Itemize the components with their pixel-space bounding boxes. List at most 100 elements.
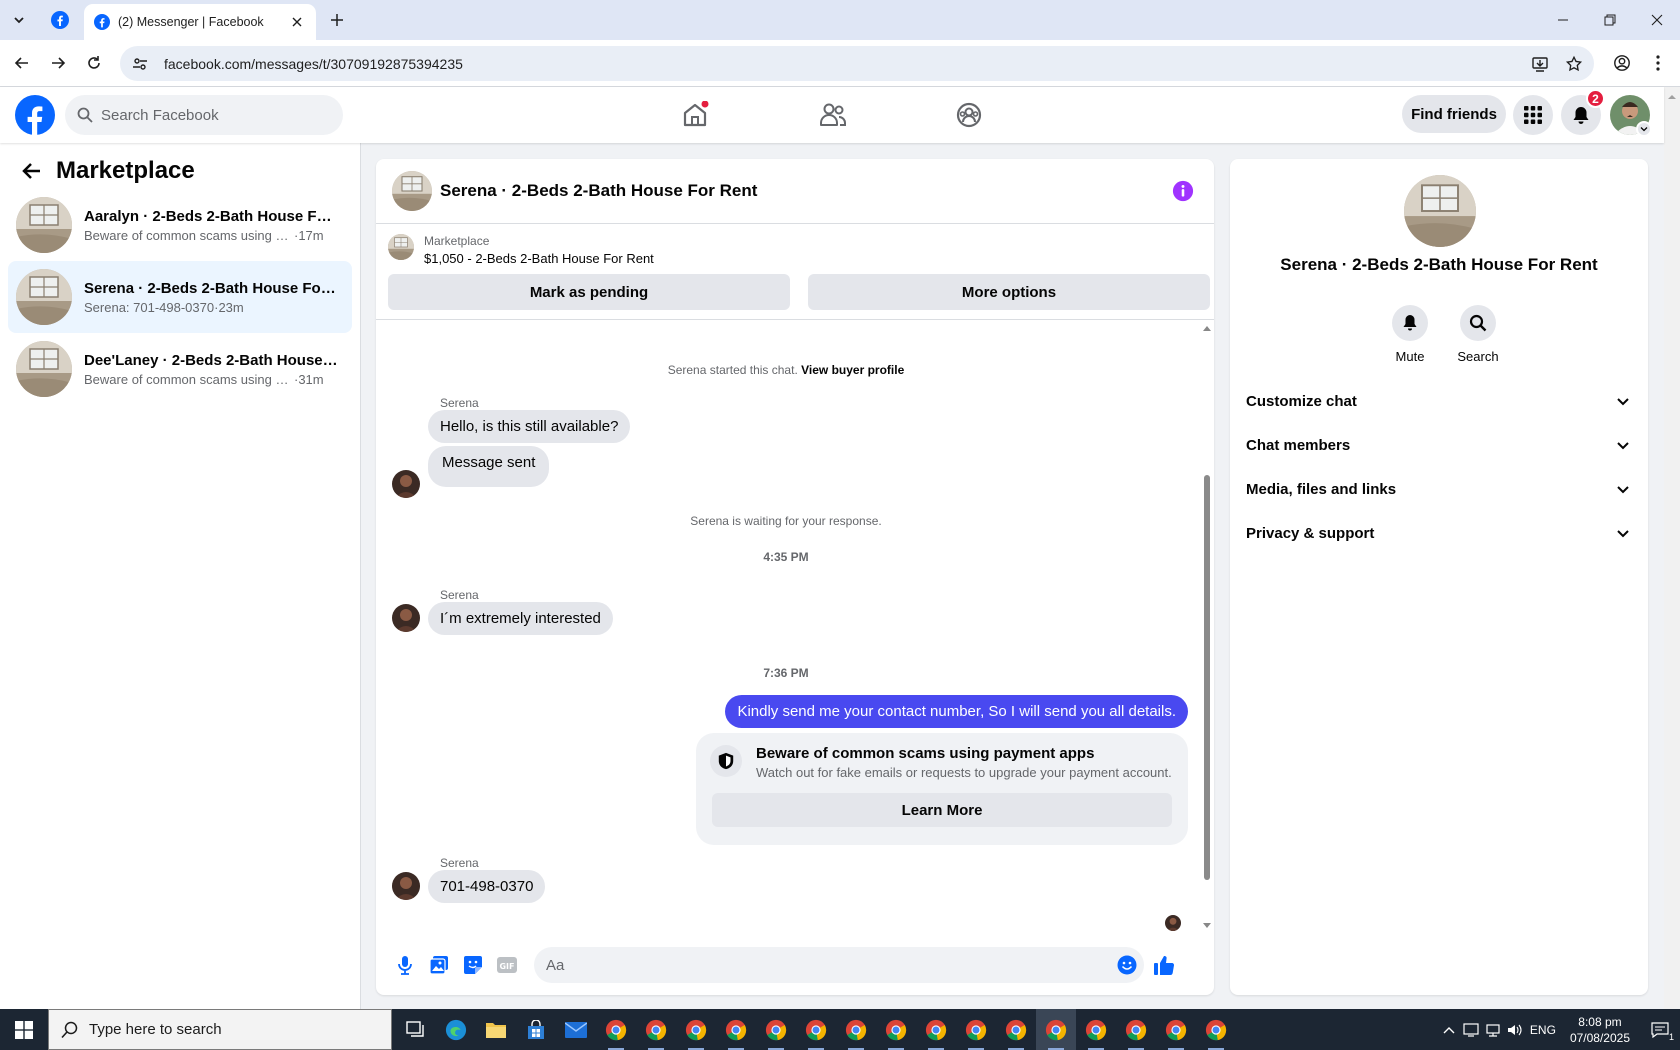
emoji-button[interactable] — [1115, 953, 1139, 977]
task-view-button[interactable] — [396, 1009, 436, 1050]
language-indicator[interactable]: ENG — [1526, 1009, 1560, 1050]
taskbar-file-explorer[interactable] — [476, 1009, 516, 1050]
listing-thumbnail[interactable] — [388, 234, 414, 260]
incoming-message[interactable]: Hello, is this still available? — [428, 410, 631, 443]
chevron-down-icon — [1617, 486, 1629, 494]
taskbar-chrome[interactable] — [1076, 1009, 1116, 1050]
close-tab-icon[interactable] — [288, 13, 306, 31]
restore-button[interactable] — [1587, 0, 1633, 40]
conversation-item-selected[interactable]: Serena · 2-Beds 2-Bath House For ... Ser… — [8, 261, 352, 333]
chrome-icon — [1165, 1019, 1187, 1040]
like-button[interactable] — [1152, 953, 1176, 977]
taskbar-chrome-active[interactable] — [1036, 1009, 1076, 1050]
profile-photo[interactable] — [1404, 175, 1476, 247]
taskbar-chrome[interactable] — [596, 1009, 636, 1050]
conversation-item[interactable]: Aaralyn · 2-Beds 2-Bath House For... Bew… — [8, 189, 352, 261]
sender-avatar[interactable] — [392, 604, 420, 632]
back-arrow-icon[interactable] — [20, 159, 44, 183]
nav-friends[interactable] — [778, 91, 888, 139]
section-privacy-support[interactable]: Privacy & support — [1238, 511, 1640, 555]
incoming-message[interactable]: 701-498-0370 — [428, 870, 546, 903]
tab-messenger[interactable]: (2) Messenger | Facebook — [84, 4, 316, 40]
reload-button[interactable] — [80, 49, 108, 77]
taskbar-chrome[interactable] — [836, 1009, 876, 1050]
nav-home[interactable] — [640, 91, 750, 139]
section-customize-chat[interactable]: Customize chat — [1238, 379, 1640, 423]
section-chat-members[interactable]: Chat members — [1238, 423, 1640, 467]
shield-icon — [710, 745, 742, 777]
volume-icon[interactable] — [1504, 1009, 1526, 1050]
account-menu-icon[interactable] — [1636, 121, 1652, 137]
chat-avatar[interactable] — [392, 171, 432, 211]
tray-overflow-icon[interactable] — [1438, 1009, 1460, 1050]
address-bar[interactable]: facebook.com/messages/t/3070919287539423… — [120, 46, 1594, 81]
bookmark-star-icon[interactable] — [1560, 50, 1588, 78]
tab-search-button[interactable] — [6, 7, 32, 33]
tray-app-icon[interactable] — [1460, 1009, 1482, 1050]
install-app-icon[interactable] — [1526, 50, 1554, 78]
gif-button[interactable]: GIF — [495, 953, 519, 977]
outgoing-message[interactable]: Kindly send me your contact number, So I… — [725, 695, 1188, 728]
page-scrollbar[interactable] — [1664, 87, 1680, 1009]
listing-price[interactable]: $1,050 - 2-Beds 2-Bath House For Rent — [424, 251, 654, 266]
taskbar-chrome[interactable] — [716, 1009, 756, 1050]
find-friends-button[interactable]: Find friends — [1402, 95, 1506, 133]
chat-scrollbar[interactable] — [1200, 320, 1214, 935]
new-tab-button[interactable] — [324, 7, 350, 33]
taskbar-store[interactable] — [516, 1009, 556, 1050]
message-input-box[interactable] — [534, 947, 1144, 983]
taskbar-search-input[interactable] — [89, 1021, 379, 1038]
facebook-search-input[interactable] — [101, 106, 321, 124]
taskbar-chrome[interactable] — [1116, 1009, 1156, 1050]
facebook-logo-icon[interactable] — [15, 95, 55, 135]
taskbar-chrome[interactable] — [756, 1009, 796, 1050]
learn-more-button[interactable]: Learn More — [712, 793, 1172, 827]
incoming-message[interactable]: I´m extremely interested — [428, 602, 613, 635]
search-in-chat-button[interactable]: Search — [1446, 305, 1510, 364]
mute-button[interactable]: Mute — [1378, 305, 1442, 364]
taskbar-chrome[interactable] — [676, 1009, 716, 1050]
menu-button[interactable] — [1513, 95, 1553, 135]
network-icon[interactable] — [1482, 1009, 1504, 1050]
pinned-tab-facebook[interactable] — [46, 6, 74, 34]
info-icon[interactable] — [1172, 180, 1194, 202]
chat-title[interactable]: Serena · 2-Beds 2-Bath House For Rent — [440, 181, 1172, 201]
taskbar-chrome[interactable] — [916, 1009, 956, 1050]
conversation-item[interactable]: Dee'Laney · 2-Beds 2-Bath House ... Bewa… — [8, 333, 352, 405]
sticker-button[interactable] — [461, 953, 485, 977]
sender-avatar[interactable] — [392, 872, 420, 900]
taskbar-chrome[interactable] — [796, 1009, 836, 1050]
message-input[interactable] — [546, 956, 1110, 974]
start-button[interactable] — [0, 1009, 48, 1050]
taskbar-edge[interactable] — [436, 1009, 476, 1050]
minimize-button[interactable] — [1540, 0, 1586, 40]
close-icon — [1651, 14, 1663, 26]
incoming-message[interactable]: Message sent — [428, 446, 550, 487]
more-options-button[interactable]: More options — [808, 274, 1210, 310]
sender-avatar[interactable] — [392, 470, 420, 498]
forward-button[interactable] — [44, 49, 72, 77]
taskbar-search[interactable] — [48, 1009, 392, 1050]
back-button[interactable] — [8, 49, 36, 77]
browser-menu-button[interactable] — [1644, 49, 1672, 77]
taskbar-chrome[interactable] — [1156, 1009, 1196, 1050]
nav-groups[interactable] — [914, 91, 1024, 139]
taskbar-chrome[interactable] — [1196, 1009, 1236, 1050]
section-media-files-links[interactable]: Media, files and links — [1238, 467, 1640, 511]
view-buyer-profile-link[interactable]: View buyer profile — [801, 363, 904, 377]
close-window-button[interactable] — [1634, 0, 1680, 40]
info-name: Serena · 2-Beds 2-Bath House For Rent — [1280, 255, 1598, 274]
taskbar-mail[interactable] — [556, 1009, 596, 1050]
notification-center-button[interactable]: 1 — [1640, 1009, 1680, 1050]
site-info-icon[interactable] — [130, 54, 150, 74]
facebook-search[interactable] — [65, 95, 343, 135]
taskbar-chrome[interactable] — [956, 1009, 996, 1050]
taskbar-chrome[interactable] — [876, 1009, 916, 1050]
attach-photo-button[interactable] — [427, 953, 451, 977]
taskbar-chrome[interactable] — [636, 1009, 676, 1050]
taskbar-chrome[interactable] — [996, 1009, 1036, 1050]
system-clock[interactable]: 8:08 pm 07/08/2025 — [1570, 1014, 1630, 1046]
mark-pending-button[interactable]: Mark as pending — [388, 274, 790, 310]
voice-clip-button[interactable] — [393, 953, 417, 977]
profile-button[interactable] — [1608, 49, 1636, 77]
